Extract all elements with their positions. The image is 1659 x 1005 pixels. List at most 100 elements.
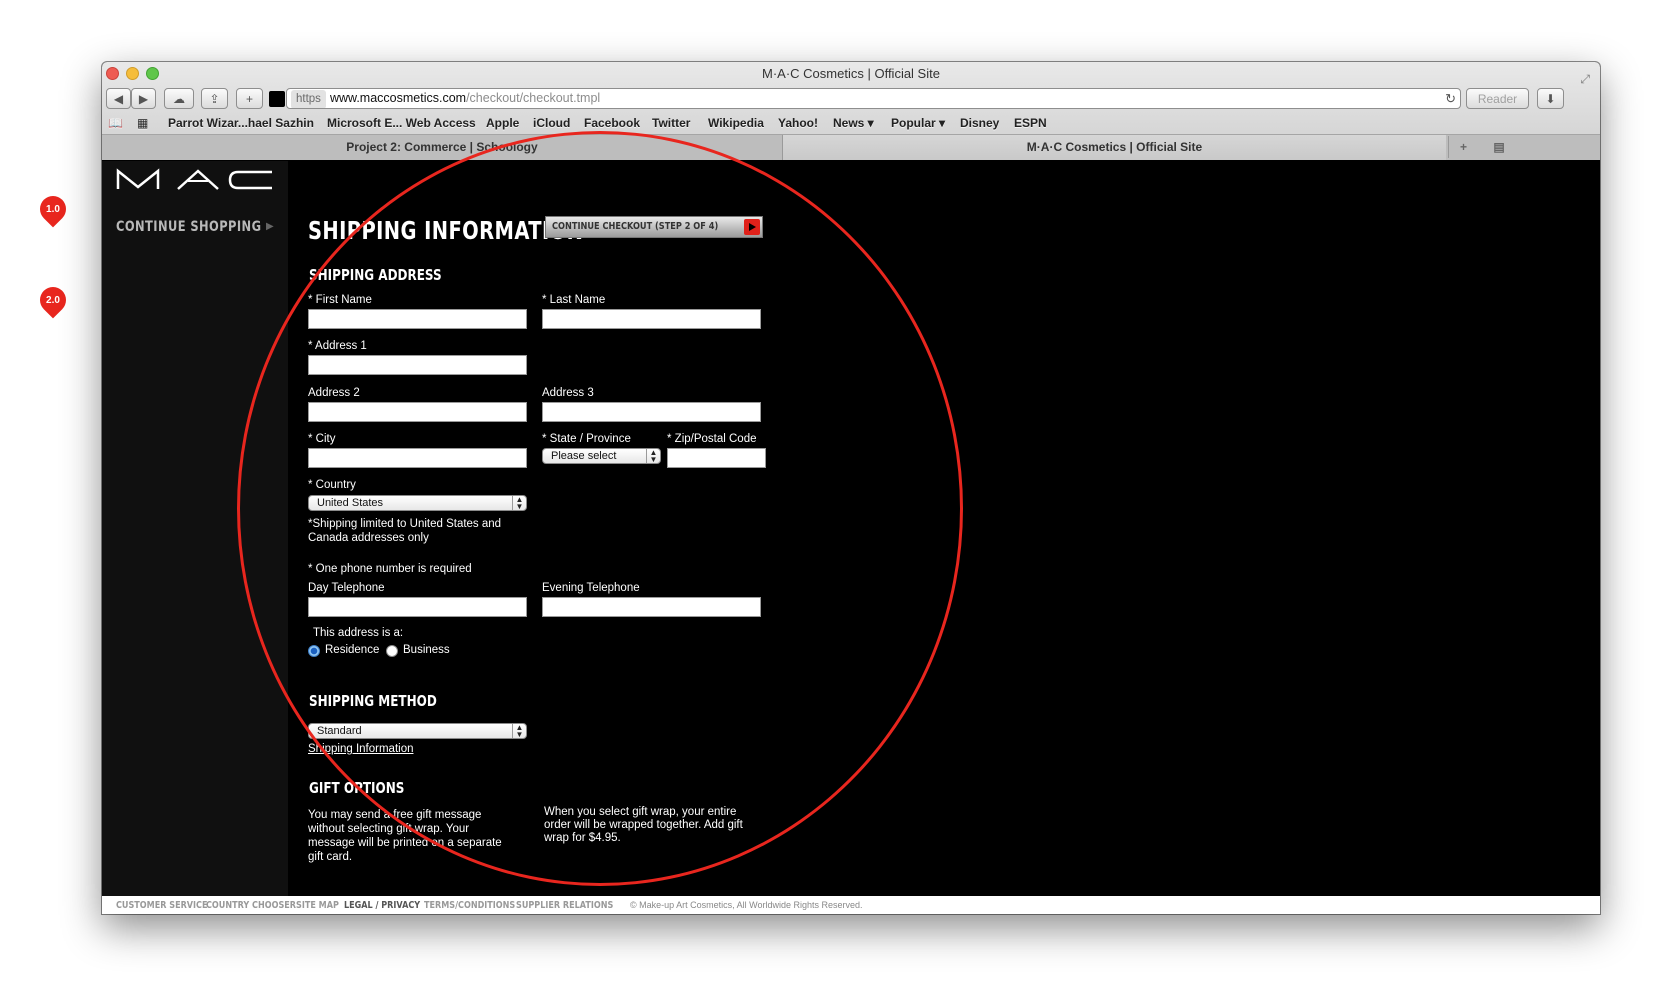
first-name-label: * First Name bbox=[308, 294, 372, 306]
last-name-field[interactable] bbox=[542, 309, 761, 329]
continue-arrow-icon: ▶ bbox=[266, 221, 274, 232]
address2-field[interactable] bbox=[308, 402, 527, 422]
reload-icon[interactable]: ↻ bbox=[1445, 89, 1456, 108]
tab-mac-cosmetics[interactable]: M·A·C Cosmetics | Official Site bbox=[782, 135, 1446, 160]
residence-radio[interactable] bbox=[308, 645, 320, 657]
back-button[interactable]: ◀ bbox=[106, 88, 131, 109]
play-arrow-icon bbox=[744, 219, 760, 235]
address-bar[interactable]: https www.maccosmetics.com/checkout/check… bbox=[286, 88, 1461, 109]
zip-field[interactable] bbox=[667, 448, 766, 468]
address-type-label: This address is a: bbox=[313, 627, 404, 639]
footer-link[interactable]: CUSTOMER SERVICE bbox=[116, 900, 208, 911]
phone-required-note: * One phone number is required bbox=[308, 563, 472, 575]
bookmark-item[interactable]: iCloud bbox=[533, 116, 570, 130]
mac-logo[interactable] bbox=[116, 167, 276, 191]
top-sites-icon[interactable]: ▦ bbox=[137, 116, 148, 130]
first-name-field[interactable] bbox=[308, 309, 527, 329]
evening-phone-label: Evening Telephone bbox=[542, 582, 640, 594]
business-label: Business bbox=[403, 644, 450, 656]
window-title: M·A·C Cosmetics | Official Site bbox=[762, 66, 940, 81]
downloads-button[interactable]: ⬇ bbox=[1537, 88, 1564, 109]
day-phone-field[interactable] bbox=[308, 597, 527, 617]
bookmark-item[interactable]: Twitter bbox=[652, 116, 690, 130]
select-arrows-icon: ▲ ▼ bbox=[646, 449, 660, 463]
state-select-value: Please select bbox=[551, 450, 617, 462]
stage: 1.0 2.0 M·A·C Cosmetics | Official Site … bbox=[0, 0, 1659, 1005]
minimize-window-button[interactable] bbox=[126, 67, 139, 80]
bookmarks-bar: 📖 ▦ Parrot Wizar...hael Sazhin Microsoft… bbox=[102, 112, 1600, 134]
browser-window: M·A·C Cosmetics | Official Site ⤢ ◀ ▶ ☁ … bbox=[102, 62, 1600, 914]
site-footer: CUSTOMER SERVICE COUNTRY CHOOSER SITE MA… bbox=[102, 896, 1600, 914]
forward-button[interactable]: ▶ bbox=[131, 88, 156, 109]
shipping-method-value: Standard bbox=[317, 725, 362, 737]
shipping-method-heading: SHIPPING METHOD bbox=[309, 692, 437, 710]
bookmark-item[interactable]: Parrot Wizar...hael Sazhin bbox=[168, 116, 314, 130]
tab-schoology[interactable]: Project 2: Commerce | Schoology bbox=[102, 135, 782, 160]
day-phone-label: Day Telephone bbox=[308, 582, 385, 594]
zip-label: * Zip/Postal Code bbox=[667, 433, 757, 445]
browser-chrome: M·A·C Cosmetics | Official Site ⤢ ◀ ▶ ☁ … bbox=[102, 62, 1600, 160]
shipping-information-link[interactable]: Shipping Information bbox=[308, 743, 413, 755]
address1-label: * Address 1 bbox=[308, 340, 367, 352]
footer-link[interactable]: LEGAL / PRIVACY bbox=[344, 900, 420, 911]
residence-label: Residence bbox=[325, 644, 380, 656]
select-arrows-icon: ▲ ▼ bbox=[512, 496, 526, 510]
continue-shopping-link[interactable]: CONTINUE SHOPPING bbox=[116, 219, 261, 235]
annotation-pin-2: 2.0 bbox=[34, 281, 72, 319]
shipping-address-heading: SHIPPING ADDRESS bbox=[309, 266, 442, 284]
country-select[interactable]: United States ▲ ▼ bbox=[308, 495, 527, 511]
zoom-window-button[interactable] bbox=[146, 67, 159, 80]
gift-message-text: You may send a free gift message without… bbox=[308, 809, 502, 863]
bookmark-item[interactable]: ESPN bbox=[1014, 116, 1047, 130]
state-select[interactable]: Please select ▲ ▼ bbox=[542, 448, 661, 464]
country-label: * Country bbox=[308, 479, 356, 491]
gift-options-heading: GIFT OPTIONS bbox=[309, 779, 405, 797]
https-lock-badge: https bbox=[291, 90, 326, 108]
bookmark-item[interactable]: Disney bbox=[960, 116, 999, 130]
reading-list-icon[interactable]: 📖 bbox=[108, 116, 123, 130]
icloud-tabs-button[interactable]: ☁ bbox=[164, 88, 194, 109]
page-title: SHIPPING INFORMATION bbox=[308, 216, 584, 245]
city-label: * City bbox=[308, 433, 336, 445]
bookmark-item[interactable]: News ▾ bbox=[833, 116, 874, 130]
annotation-pin-1: 1.0 bbox=[34, 190, 72, 228]
checkout-content: SHIPPING INFORMATION CONTINUE CHECKOUT (… bbox=[288, 161, 1600, 914]
footer-link[interactable]: COUNTRY CHOOSER bbox=[206, 900, 296, 911]
bookmark-item[interactable]: Yahoo! bbox=[778, 116, 818, 130]
continue-checkout-label: CONTINUE CHECKOUT (STEP 2 OF 4) bbox=[552, 221, 719, 232]
reader-button[interactable]: Reader bbox=[1466, 88, 1529, 109]
business-radio[interactable] bbox=[386, 645, 398, 657]
bookmark-item[interactable]: Microsoft E... Web Access bbox=[327, 116, 476, 130]
state-label: * State / Province bbox=[542, 433, 631, 445]
bookmark-item[interactable]: Apple bbox=[486, 116, 519, 130]
annotation-pin-2-label: 2.0 bbox=[46, 294, 60, 306]
shipping-method-select[interactable]: Standard ▲ ▼ bbox=[308, 723, 527, 739]
new-tab-button[interactable]: + bbox=[1448, 136, 1478, 158]
footer-link[interactable]: SUPPLIER RELATIONS bbox=[516, 900, 613, 911]
continue-checkout-button[interactable]: CONTINUE CHECKOUT (STEP 2 OF 4) bbox=[545, 216, 763, 238]
address3-label: Address 3 bbox=[542, 387, 594, 399]
gift-wrap-text: When you select gift wrap, your entire o… bbox=[544, 806, 743, 844]
url-path: /checkout/checkout.tmpl bbox=[466, 91, 601, 105]
add-bookmark-button[interactable]: + bbox=[236, 88, 263, 109]
tab-overview-icon[interactable]: ▤ bbox=[1484, 136, 1514, 158]
evening-phone-field[interactable] bbox=[542, 597, 761, 617]
bookmark-item[interactable]: Facebook bbox=[584, 116, 640, 130]
address3-field[interactable] bbox=[542, 402, 761, 422]
annotation-pin-1-label: 1.0 bbox=[46, 203, 60, 215]
city-field[interactable] bbox=[308, 448, 527, 468]
footer-link[interactable]: TERMS/CONDITIONS bbox=[424, 900, 515, 911]
window-titlebar: M·A·C Cosmetics | Official Site ⤢ bbox=[102, 62, 1600, 86]
select-arrows-icon: ▲ ▼ bbox=[512, 724, 526, 738]
footer-link[interactable]: SITE MAP bbox=[296, 900, 339, 911]
browser-toolbar: ◀ ▶ ☁ ⇪ + https www.maccosmetics.com/chec… bbox=[102, 86, 1600, 112]
bookmark-item[interactable]: Wikipedia bbox=[708, 116, 764, 130]
tab-bar: Project 2: Commerce | Schoology M·A·C Co… bbox=[102, 134, 1600, 160]
share-button[interactable]: ⇪ bbox=[201, 88, 228, 109]
left-sidebar: CONTINUE SHOPPING ▶ bbox=[102, 161, 288, 914]
bookmark-item[interactable]: Popular ▾ bbox=[891, 116, 945, 130]
address1-field[interactable] bbox=[308, 355, 527, 375]
last-name-label: * Last Name bbox=[542, 294, 606, 306]
close-window-button[interactable] bbox=[106, 67, 119, 80]
shipping-limit-note: *Shipping limited to United States and C… bbox=[308, 518, 502, 544]
